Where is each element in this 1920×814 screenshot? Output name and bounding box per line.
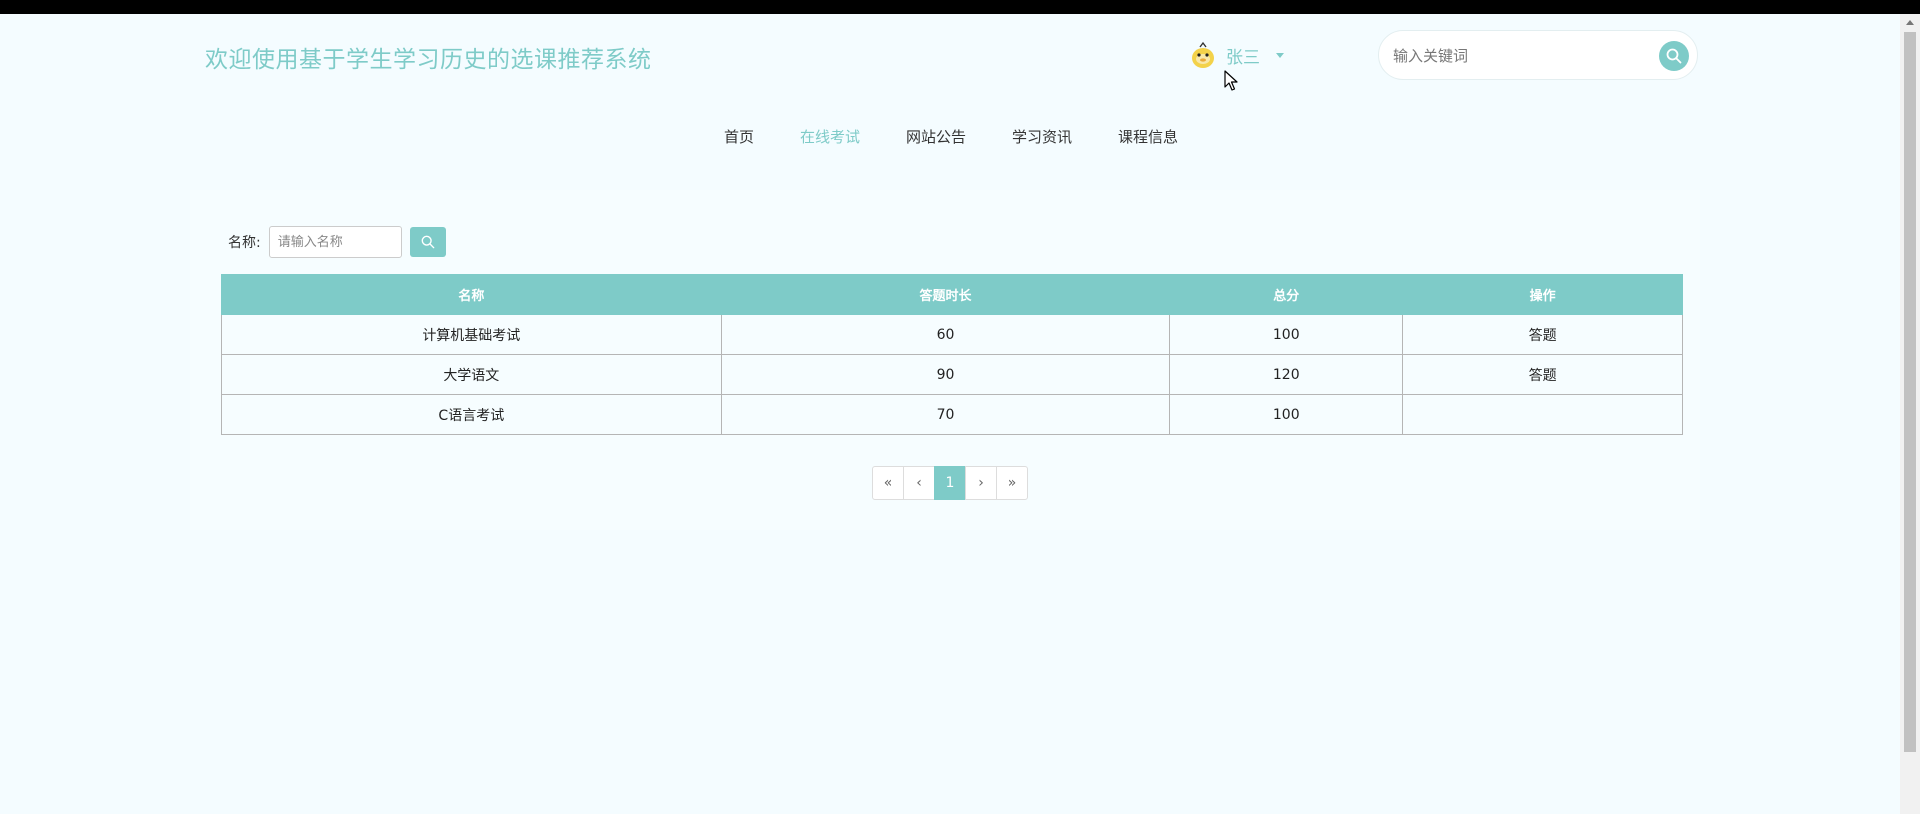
search-button[interactable]	[1659, 41, 1689, 71]
exam-duration: 70	[720, 394, 1171, 435]
site-search	[1378, 30, 1698, 80]
username[interactable]: 张三	[1226, 43, 1260, 68]
exam-score: 100	[1169, 314, 1404, 355]
search-icon	[421, 235, 435, 249]
exam-duration: 90	[720, 354, 1171, 395]
first-page-button[interactable]: «	[872, 466, 904, 500]
exam-score: 100	[1169, 394, 1404, 435]
exam-name: C语言考试	[221, 394, 722, 435]
column-header-name: 名称	[221, 274, 722, 315]
nav-item-announcements[interactable]: 网站公告	[906, 126, 966, 147]
user-menu[interactable]: 张三	[1190, 40, 1284, 70]
next-page-button[interactable]: ›	[965, 466, 997, 500]
exam-name: 计算机基础考试	[221, 314, 722, 355]
top-strip	[0, 0, 1920, 14]
exam-score: 120	[1169, 354, 1404, 395]
caret-down-icon[interactable]	[1276, 52, 1284, 58]
search-input[interactable]	[1393, 43, 1633, 69]
exam-duration: 60	[720, 314, 1171, 355]
column-header-score: 总分	[1169, 274, 1404, 315]
search-icon	[1666, 48, 1682, 64]
pagination: « ‹ 1 › »	[872, 466, 1028, 500]
last-page-button[interactable]: »	[996, 466, 1028, 500]
table-row: 计算机基础考试 60 100 答题	[221, 314, 1683, 355]
nav-item-course-info[interactable]: 课程信息	[1118, 126, 1178, 147]
nav-item-study-news[interactable]: 学习资讯	[1012, 126, 1072, 147]
exam-name: 大学语文	[221, 354, 722, 395]
answer-link[interactable]: 答题	[1402, 354, 1683, 395]
scroll-up-icon[interactable]	[1906, 20, 1914, 25]
prev-page-button[interactable]: ‹	[903, 466, 935, 500]
answer-link[interactable]: 答题	[1402, 314, 1683, 355]
table-header-row: 名称 答题时长 总分 操作	[221, 274, 1683, 315]
site-title: 欢迎使用基于学生学习历史的选课推荐系统	[205, 47, 652, 73]
filter-search-button[interactable]	[409, 227, 446, 257]
table-row: 大学语文 90 120 答题	[221, 354, 1683, 395]
vertical-scrollbar[interactable]	[1900, 14, 1920, 814]
filter-label: 名称:	[228, 235, 261, 251]
mouse-cursor-icon	[1224, 70, 1238, 91]
column-header-duration: 答题时长	[720, 274, 1171, 315]
avatar[interactable]	[1190, 41, 1216, 69]
nav-item-online-exam[interactable]: 在线考试	[800, 126, 860, 147]
site-header: 欢迎使用基于学生学习历史的选课推荐系统 张三	[0, 14, 1900, 94]
exam-table: 名称 答题时长 总分 操作 计算机基础考试 60 100 答题 大学语文 90 …	[221, 274, 1683, 435]
duck-avatar-icon	[1192, 41, 1214, 68]
column-header-action: 操作	[1402, 274, 1683, 315]
name-filter-input[interactable]	[268, 226, 402, 258]
filter-bar: 名称:	[228, 226, 446, 258]
action-cell	[1402, 394, 1683, 435]
table-row: C语言考试 70 100	[221, 394, 1683, 435]
nav-item-home[interactable]: 首页	[724, 126, 754, 147]
scrollbar-thumb[interactable]	[1904, 32, 1916, 752]
main-nav: 首页 在线考试 网站公告 学习资讯 课程信息	[0, 126, 1900, 156]
page-1-button[interactable]: 1	[934, 466, 966, 500]
